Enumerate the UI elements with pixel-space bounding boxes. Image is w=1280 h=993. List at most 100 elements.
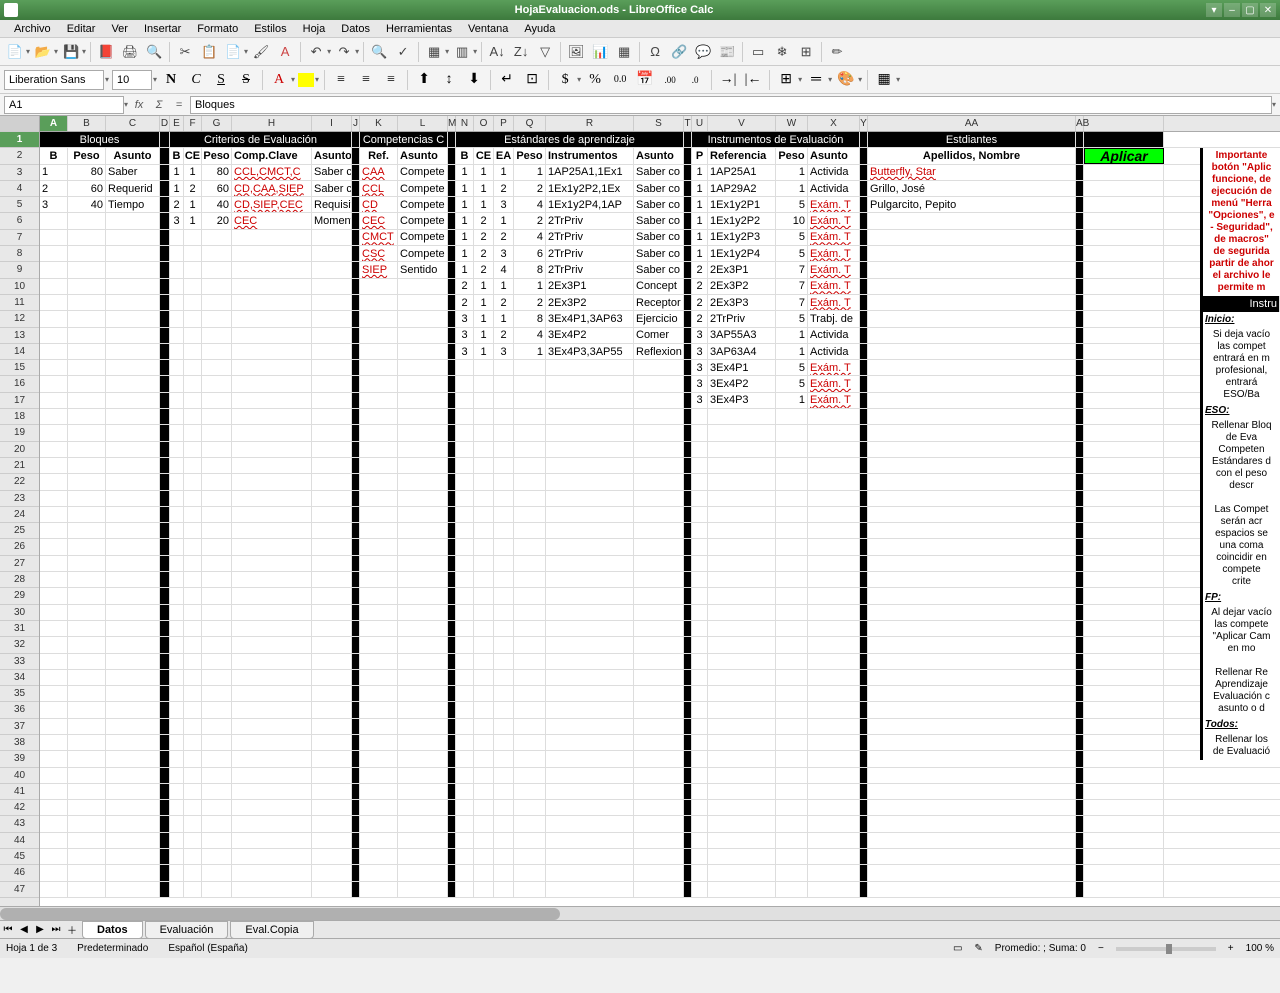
cell[interactable]: 1 [184,213,202,228]
cell[interactable] [232,654,312,669]
cell[interactable] [474,784,494,799]
cell[interactable] [312,328,352,343]
cell[interactable] [692,849,708,864]
cell[interactable] [160,246,170,261]
cell[interactable] [170,833,184,848]
cell[interactable] [868,539,1076,554]
cell[interactable] [40,702,68,717]
row-header[interactable]: 34 [0,670,39,686]
cell[interactable]: 2 [494,328,514,343]
cell[interactable] [448,572,456,587]
cell[interactable] [1084,213,1164,228]
cell[interactable] [360,556,398,571]
cell[interactable] [494,409,514,424]
cell[interactable] [184,719,202,734]
cell[interactable] [684,230,692,245]
cell[interactable] [456,409,474,424]
cell[interactable] [808,670,860,685]
cell[interactable] [448,458,456,473]
cell[interactable] [456,768,474,783]
cell[interactable] [692,556,708,571]
row-header[interactable]: 31 [0,621,39,637]
cell[interactable] [684,491,692,506]
cell[interactable]: 7 [776,262,808,277]
cell[interactable] [106,686,160,701]
cell[interactable] [634,474,684,489]
cell[interactable] [1084,784,1164,799]
cell[interactable] [808,800,860,815]
cell[interactable]: Peso [776,148,808,163]
cell[interactable]: 20 [202,213,232,228]
indent-dec-icon[interactable]: |← [742,69,764,91]
cell[interactable] [40,588,68,603]
cell[interactable]: 40 [202,197,232,212]
cell[interactable] [312,376,352,391]
cell[interactable] [170,295,184,310]
cell[interactable] [360,605,398,620]
cell[interactable] [860,409,868,424]
cell[interactable] [448,328,456,343]
cell[interactable] [40,213,68,228]
cell[interactable] [40,360,68,375]
cell[interactable] [360,768,398,783]
cell[interactable] [312,588,352,603]
cell[interactable] [1084,686,1164,701]
cell[interactable] [184,246,202,261]
cell[interactable] [514,865,546,880]
cell[interactable] [448,279,456,294]
cell[interactable] [860,735,868,750]
cell[interactable] [312,816,352,831]
cell[interactable] [514,523,546,538]
row-header[interactable]: 25 [0,523,39,539]
cell[interactable] [684,474,692,489]
cell[interactable] [1084,588,1164,603]
cell[interactable] [106,882,160,897]
cell[interactable] [708,768,776,783]
cell[interactable] [106,702,160,717]
cell[interactable] [106,279,160,294]
cell[interactable] [474,474,494,489]
cell[interactable] [868,768,1076,783]
cell[interactable] [160,376,170,391]
cell[interactable] [170,458,184,473]
cell[interactable] [106,328,160,343]
cell[interactable] [40,800,68,815]
cell[interactable] [456,393,474,408]
cell[interactable] [1076,865,1084,880]
cell[interactable] [448,605,456,620]
cell[interactable]: Compete [398,246,448,261]
cell[interactable] [448,197,456,212]
cell[interactable] [352,328,360,343]
cell[interactable] [808,556,860,571]
cell[interactable]: 5 [776,376,808,391]
cell[interactable]: 3 [692,344,708,359]
row-header[interactable]: 23 [0,491,39,507]
cell[interactable] [448,768,456,783]
cell[interactable] [312,654,352,669]
cell[interactable] [40,751,68,766]
cell[interactable] [684,442,692,457]
cell[interactable] [514,735,546,750]
cell[interactable]: Activida [808,181,860,196]
cell[interactable] [684,605,692,620]
cell[interactable] [514,409,546,424]
cell[interactable] [1084,833,1164,848]
freeze-icon[interactable]: ❄ [771,41,793,63]
cell[interactable] [40,539,68,554]
cell[interactable]: 2Ex3P2 [546,295,634,310]
cell[interactable] [312,572,352,587]
cell[interactable] [1084,702,1164,717]
cell[interactable] [352,751,360,766]
cell[interactable] [360,800,398,815]
cell[interactable] [692,751,708,766]
cell[interactable] [170,849,184,864]
cell[interactable] [692,768,708,783]
cell[interactable] [1084,572,1164,587]
cell[interactable] [1076,784,1084,799]
cell[interactable] [68,507,106,522]
cell[interactable] [232,230,312,245]
cell[interactable] [352,637,360,652]
cell[interactable] [546,735,634,750]
cell[interactable] [1084,539,1164,554]
cell[interactable] [474,572,494,587]
